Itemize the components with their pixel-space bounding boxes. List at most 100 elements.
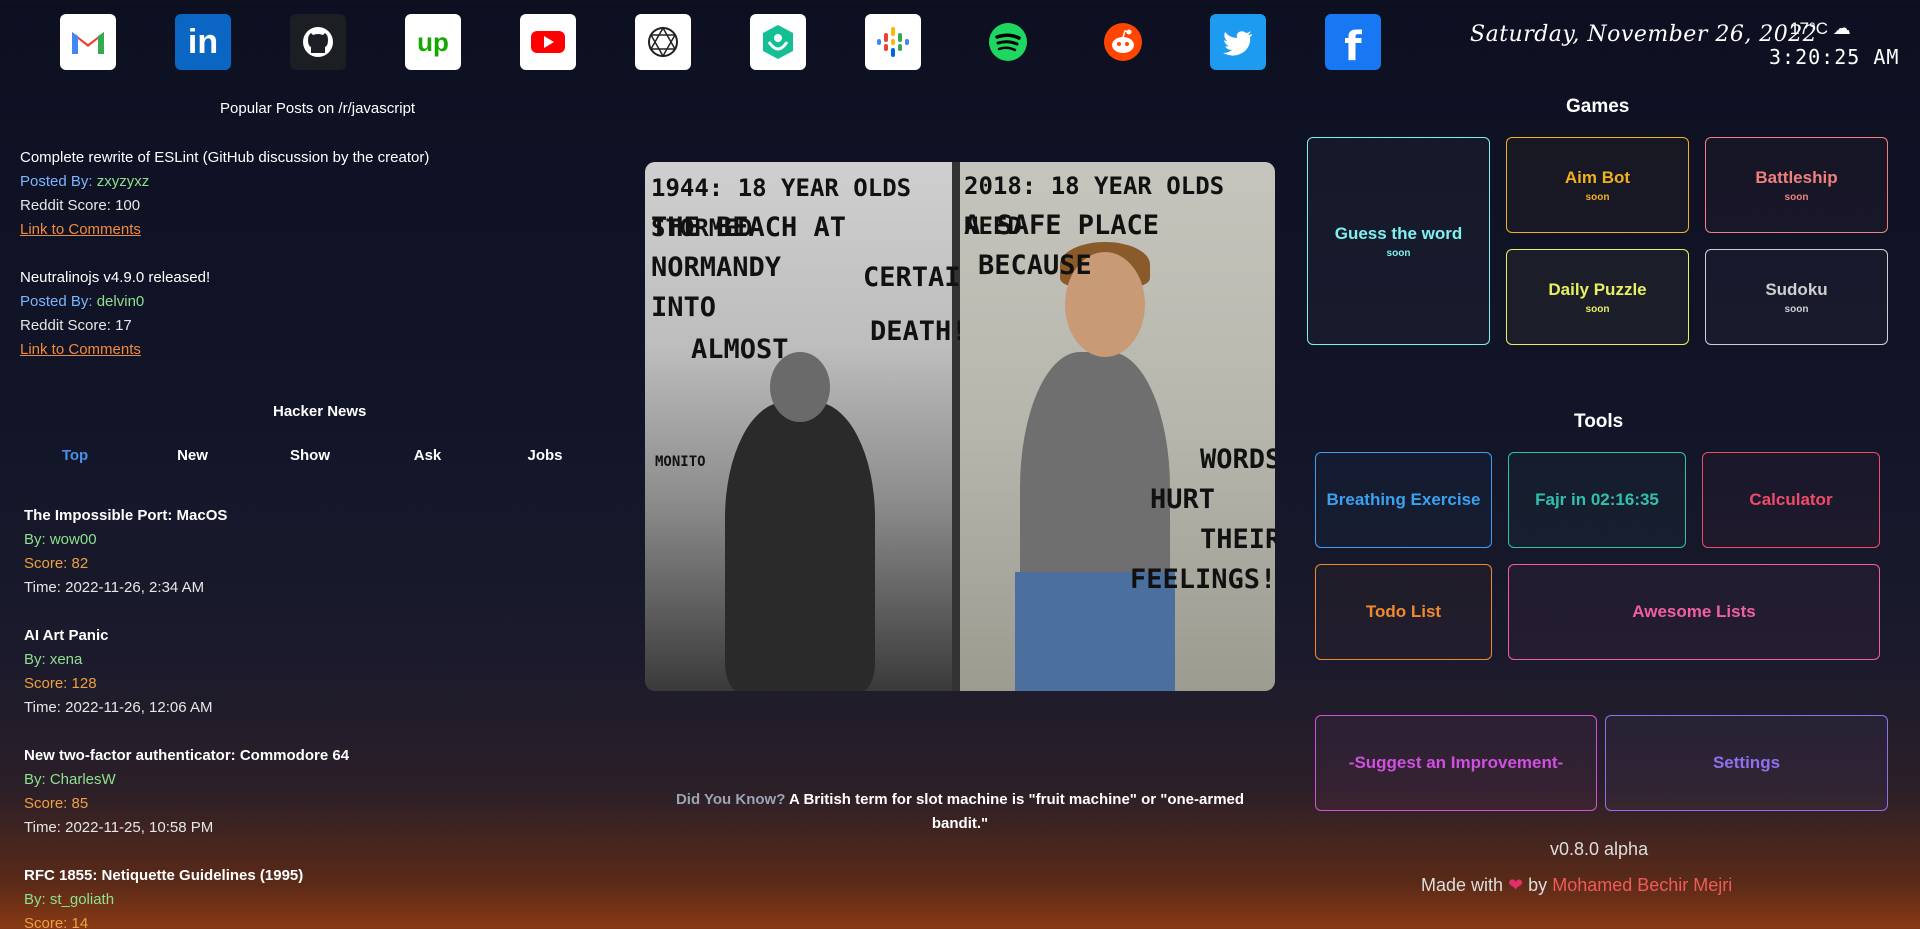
tab-top[interactable]: Top	[30, 447, 120, 464]
soon-badge: soon	[1784, 303, 1809, 315]
game-sudoku[interactable]: Sudoku soon	[1705, 249, 1888, 345]
meme-text: INTO	[651, 292, 717, 323]
tab-show[interactable]: Show	[265, 447, 355, 464]
meme-text: HURT	[1150, 484, 1216, 515]
weather-widget: 17°C ☁	[1790, 18, 1851, 39]
tool-fajr-countdown[interactable]: Fajr in 02:16:35	[1508, 452, 1686, 548]
google-podcasts-icon[interactable]	[865, 14, 921, 70]
hn-story[interactable]: The Impossible Port: MacOS By: wow00 Sco…	[24, 504, 227, 600]
meme-right-panel: 2018: 18 YEAR OLDS NEED A SAFE PLACE BEC…	[960, 162, 1275, 691]
hn-story-time: Time: 2022-11-26, 2:34 AM	[24, 579, 205, 596]
upwork-icon[interactable]: up	[405, 14, 461, 70]
tile-label: Sudoku	[1765, 279, 1828, 299]
author-link[interactable]: Mohamed Bechir Mejri	[1552, 875, 1732, 895]
clock: 3:20:25 AM	[1769, 45, 1900, 69]
posted-by-label: Posted By:	[20, 173, 93, 190]
by-text: by	[1528, 875, 1548, 895]
spotify-icon[interactable]	[980, 14, 1036, 70]
meme-text: FEELINGS!	[1130, 564, 1275, 595]
did-you-know: Did You Know? A British term for slot ma…	[660, 788, 1260, 836]
meme-text: MONITO	[655, 454, 706, 470]
tile-label: Daily Puzzle	[1548, 279, 1647, 299]
reddit-score: 17	[115, 317, 132, 334]
openai-icon[interactable]	[635, 14, 691, 70]
tab-new[interactable]: New	[148, 447, 238, 464]
twitter-icon[interactable]	[1210, 14, 1266, 70]
tool-calculator[interactable]: Calculator	[1702, 452, 1880, 548]
did-you-know-text: A British term for slot machine is "frui…	[789, 791, 1245, 832]
post-author: delvin0	[96, 293, 145, 310]
version-label: v0.8.0 alpha	[1550, 839, 1649, 859]
comments-link[interactable]: Link to Comments	[20, 338, 210, 362]
linkedin-glyph: in	[187, 22, 219, 61]
tab-ask[interactable]: Ask	[383, 447, 473, 464]
hn-story-title[interactable]: New two-factor authenticator: Commodore …	[24, 744, 349, 768]
facebook-glyph: f	[1344, 24, 1362, 70]
hn-story-score: Score: 128	[24, 675, 97, 692]
soon-badge: soon	[1386, 247, 1411, 259]
hn-story-title[interactable]: The Impossible Port: MacOS	[24, 504, 227, 528]
github-icon[interactable]	[290, 14, 346, 70]
meme-text: THE BEACH AT	[651, 212, 847, 243]
meme-image: 1944: 18 YEAR OLDS STORMED THE BEACH AT …	[645, 162, 1275, 691]
soldier-figure	[725, 402, 875, 691]
hn-story-author: By: st_goliath	[24, 891, 115, 908]
reddit-score-label: Reddit Score:	[20, 317, 111, 334]
soon-badge: soon	[1784, 191, 1809, 203]
meme-left-panel: 1944: 18 YEAR OLDS STORMED THE BEACH AT …	[645, 162, 977, 691]
hn-story-time: Time: 2022-11-26, 12:06 AM	[24, 699, 213, 716]
khan-academy-icon[interactable]	[750, 14, 806, 70]
weather-cloud-icon: ☁	[1832, 18, 1851, 38]
hacker-news-tabs: Top New Show Ask Jobs	[30, 447, 590, 464]
game-aim-bot[interactable]: Aim Bot soon	[1506, 137, 1689, 233]
meme-text: ALMOST	[691, 334, 789, 365]
made-with-credit: Made with ❤ by Mohamed Bechir Mejri	[1421, 875, 1732, 896]
tab-jobs[interactable]: Jobs	[500, 447, 590, 464]
meme-text: DEATH!	[870, 316, 968, 347]
hn-story-author: By: CharlesW	[24, 771, 116, 788]
reddit-section-title: Popular Posts on /r/javascript	[220, 100, 416, 117]
meme-text: THEIR	[1200, 524, 1275, 555]
tile-label: Battleship	[1755, 167, 1838, 187]
hn-story[interactable]: RFC 1855: Netiquette Guidelines (1995) B…	[24, 864, 303, 929]
tile-label: -Suggest an Improvement-	[1348, 753, 1564, 772]
hn-story-title[interactable]: RFC 1855: Netiquette Guidelines (1995)	[24, 864, 303, 888]
heart-icon: ❤	[1508, 875, 1524, 895]
reddit-post: Complete rewrite of ESLint (GitHub discu…	[20, 146, 429, 242]
tile-label: Guess the word	[1334, 223, 1463, 243]
reddit-icon[interactable]	[1095, 14, 1151, 70]
tool-breathing-exercise[interactable]: Breathing Exercise	[1315, 452, 1492, 548]
tile-label: Aim Bot	[1564, 167, 1631, 187]
tool-todo-list[interactable]: Todo List	[1315, 564, 1492, 660]
suggest-improvement-button[interactable]: -Suggest an Improvement-	[1315, 715, 1597, 811]
hn-story[interactable]: AI Art Panic By: xena Score: 128 Time: 2…	[24, 624, 212, 720]
tool-awesome-lists[interactable]: Awesome Lists	[1508, 564, 1880, 660]
game-guess-the-word[interactable]: Guess the word soon	[1307, 137, 1490, 345]
meme-text: BECAUSE	[978, 250, 1092, 281]
app-shortcut-bar: in up f	[60, 14, 1381, 70]
posted-by-label: Posted By:	[20, 293, 93, 310]
gmail-icon[interactable]	[60, 14, 116, 70]
meme-text: NORMANDY	[651, 252, 782, 283]
linkedin-icon[interactable]: in	[175, 14, 231, 70]
comments-link[interactable]: Link to Comments	[20, 218, 429, 242]
post-title: Complete rewrite of ESLint (GitHub discu…	[20, 149, 430, 166]
facebook-icon[interactable]: f	[1325, 14, 1381, 70]
tile-label: Fajr in 02:16:35	[1535, 490, 1659, 509]
game-battleship[interactable]: Battleship soon	[1705, 137, 1888, 233]
current-date: Saturday, November 26, 2022	[1470, 22, 1818, 47]
youtube-icon[interactable]	[520, 14, 576, 70]
hn-story[interactable]: New two-factor authenticator: Commodore …	[24, 744, 349, 840]
reddit-post: Neutralinojs v4.9.0 released! Posted By:…	[20, 266, 210, 362]
hn-story-score: Score: 85	[24, 795, 89, 812]
game-daily-puzzle[interactable]: Daily Puzzle soon	[1506, 249, 1689, 345]
hn-story-score: Score: 14	[24, 915, 89, 929]
tile-label: Settings	[1712, 753, 1781, 772]
settings-button[interactable]: Settings	[1605, 715, 1888, 811]
hn-story-author: By: wow00	[24, 531, 97, 548]
post-title: Neutralinojs v4.9.0 released!	[20, 269, 211, 286]
soon-badge: soon	[1585, 303, 1610, 315]
hn-story-time: Time: 2022-11-25, 10:58 PM	[24, 819, 214, 836]
hn-story-title[interactable]: AI Art Panic	[24, 624, 212, 648]
temperature: 17°C	[1790, 19, 1828, 38]
